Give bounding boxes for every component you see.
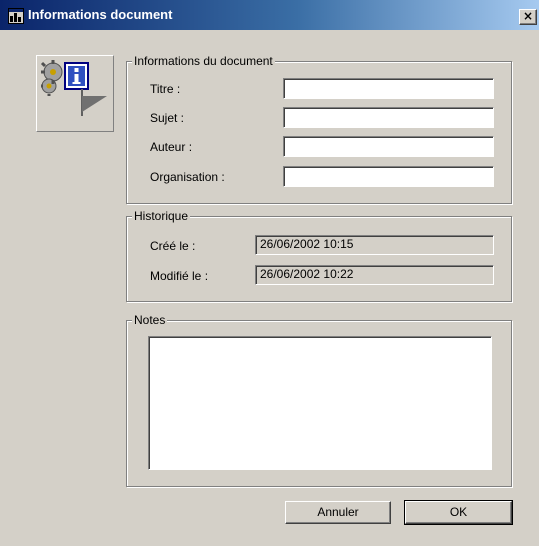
document-info-icon <box>36 55 114 132</box>
title-field[interactable] <box>283 78 494 99</box>
ok-button[interactable]: OK <box>404 500 513 525</box>
modified-label: Modifié le : <box>150 269 209 283</box>
created-label: Créé le : <box>150 239 196 253</box>
document-info-dialog: Informations document × Informations du … <box>0 0 539 546</box>
subject-field[interactable] <box>283 107 494 128</box>
created-date-field: 26/06/2002 10:15 <box>255 235 494 255</box>
notes-group-label: Notes <box>132 313 168 327</box>
modified-date-field: 26/06/2002 10:22 <box>255 265 494 285</box>
author-label: Auteur : <box>150 140 193 154</box>
title-bar[interactable]: Informations document × <box>0 0 539 30</box>
history-group: Historique <box>126 209 512 302</box>
author-field[interactable] <box>283 136 494 157</box>
document-info-group-label: Informations du document <box>132 54 275 68</box>
organisation-field[interactable] <box>283 166 494 187</box>
organisation-label: Organisation : <box>150 170 225 184</box>
history-group-label: Historique <box>132 209 191 223</box>
subject-label: Sujet : <box>150 111 185 125</box>
title-label: Titre : <box>150 82 181 96</box>
window-title: Informations document <box>28 7 173 22</box>
notes-textarea[interactable] <box>148 336 492 470</box>
close-button[interactable]: × <box>519 9 537 25</box>
window-icon <box>8 8 24 24</box>
cancel-button[interactable]: Annuler <box>285 501 391 524</box>
